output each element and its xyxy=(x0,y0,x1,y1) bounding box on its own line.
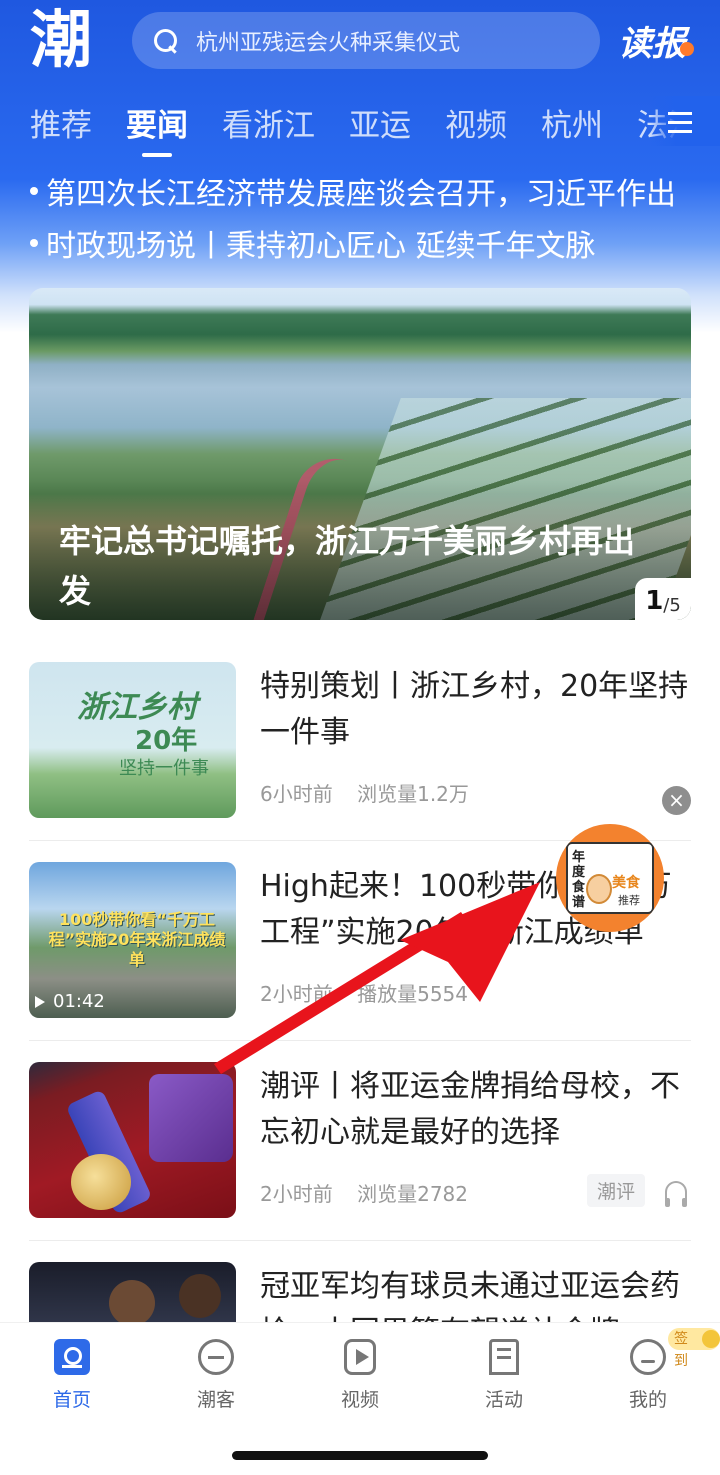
tabbar-label: 我的 xyxy=(628,1389,667,1411)
page-current: 1 xyxy=(645,586,664,616)
coin-icon xyxy=(702,1330,720,1348)
hero-title: 牢记总书记嘱托，浙江万千美丽乡村再出发 xyxy=(59,522,636,610)
dubao-button[interactable]: 读报 xyxy=(618,16,694,64)
news-views: 浏览量2782 xyxy=(357,1182,468,1206)
home-icon xyxy=(54,1339,90,1375)
tab-headlines[interactable]: 要闻 xyxy=(126,100,188,157)
thumb-player-shape xyxy=(179,1274,221,1318)
news-thumbnail: 100秒带你看“千万工程”实施20年来浙江成绩单 01:42 xyxy=(29,862,236,1018)
news-title: 潮评丨将亚运金牌捐给母校，不忘初心就是最好的选择 xyxy=(260,1069,680,1150)
news-time: 6小时前 xyxy=(260,782,333,806)
profile-icon xyxy=(630,1339,666,1375)
news-thumbnail: 浙江乡村 20年 坚持一件事 xyxy=(29,662,236,818)
close-icon[interactable]: × xyxy=(662,786,691,815)
home-indicator[interactable] xyxy=(232,1451,488,1460)
tabbar-label: 潮客 xyxy=(196,1389,235,1411)
tabbar-label: 首页 xyxy=(52,1389,91,1411)
news-meta: 2小时前 浏览量2782 xyxy=(260,1178,486,1207)
page-total: /5 xyxy=(663,595,681,616)
menu-icon[interactable] xyxy=(668,112,692,134)
ad-text: 美食 xyxy=(612,875,640,891)
news-meta: 6小时前 浏览量1.2万 xyxy=(260,778,487,807)
thumb-caption: 100秒带你看“千万工程”实施20年来浙江成绩单 xyxy=(48,910,226,969)
tab-asian-games[interactable]: 亚运 xyxy=(349,100,411,145)
thumb-player-shape xyxy=(109,1280,155,1326)
dubao-label: 读报 xyxy=(618,23,686,64)
dubao-dot-icon xyxy=(680,42,694,56)
thumb-box-shape xyxy=(149,1074,233,1162)
search-bar[interactable]: 杭州亚残运会火种采集仪式 xyxy=(132,12,600,69)
duration-text: 01:42 xyxy=(53,991,105,1012)
play-icon xyxy=(35,995,45,1008)
news-item[interactable]: 浙江乡村 20年 坚持一件事 特别策划丨浙江乡村，20年坚持一件事 6小时前 浏… xyxy=(29,662,691,822)
tabbar-label: 视频 xyxy=(340,1389,379,1411)
thumb-text: 20年 xyxy=(135,726,198,756)
divider xyxy=(29,1040,691,1041)
search-placeholder: 杭州亚残运会火种采集仪式 xyxy=(196,30,461,56)
tab-hangzhou[interactable]: 杭州 xyxy=(541,100,603,145)
ad-text: 推荐 xyxy=(618,894,640,907)
chat-icon xyxy=(198,1339,234,1375)
bullet-icon xyxy=(30,187,38,195)
ticker-text: 第四次长江经济带发展座谈会召开，习近平作出 xyxy=(46,177,676,212)
app-logo[interactable]: 潮 xyxy=(30,4,110,76)
ticker-item[interactable]: 第四次长江经济带发展座谈会召开，习近平作出 xyxy=(30,168,720,214)
news-thumbnail xyxy=(29,1062,236,1218)
news-views: 播放量5554 xyxy=(357,982,468,1006)
news-tag: 潮评 xyxy=(587,1174,646,1207)
hero-carousel[interactable]: 牢记总书记嘱托，浙江万千美丽乡村再出发 1 /5 xyxy=(29,288,691,620)
tabbar-label: 活动 xyxy=(484,1389,523,1411)
bullet-icon xyxy=(30,239,38,247)
ticker-text: 时政现场说丨秉持初心匠心 延续千年文脉 xyxy=(46,229,596,264)
tab-recommend[interactable]: 推荐 xyxy=(30,100,92,145)
thumb-medal-shape xyxy=(71,1154,131,1210)
news-time: 2小时前 xyxy=(260,982,333,1006)
tab-zhejiang[interactable]: 看浙江 xyxy=(222,100,315,145)
video-icon xyxy=(344,1339,376,1375)
news-views: 浏览量1.2万 xyxy=(357,782,469,806)
activity-icon xyxy=(489,1339,519,1375)
tab-video[interactable]: 视频 xyxy=(445,100,507,145)
search-icon xyxy=(152,27,180,55)
video-duration: 01:42 xyxy=(35,991,105,1012)
news-meta: 2小时前 播放量5554 xyxy=(260,978,486,1007)
ad-card: 年度食谱 美食 推荐 xyxy=(566,842,654,914)
news-time: 2小时前 xyxy=(260,1182,333,1206)
tabbar-home[interactable]: 首页 xyxy=(22,1339,122,1412)
tabbar-activity[interactable]: 活动 xyxy=(454,1339,554,1412)
cartoon-face-icon xyxy=(586,874,612,904)
ticker-item[interactable]: 时政现场说丨秉持初心匠心 延续千年文脉 xyxy=(30,220,720,266)
news-item[interactable]: 潮评丨将亚运金牌捐给母校，不忘初心就是最好的选择 2小时前 浏览量2782 潮评 xyxy=(29,1062,691,1222)
headphone-icon[interactable] xyxy=(665,1180,688,1207)
thumb-text: 坚持一件事 xyxy=(119,758,209,779)
news-extras: 潮评 xyxy=(587,1174,688,1207)
carousel-page-indicator: 1 /5 xyxy=(635,578,691,620)
floating-ad[interactable]: 年度食谱 美食 推荐 xyxy=(556,824,664,932)
tabbar-chaoke[interactable]: 潮客 xyxy=(166,1339,266,1412)
news-title: 特别策划丨浙江乡村，20年坚持一件事 xyxy=(260,669,689,750)
tabbar-video[interactable]: 视频 xyxy=(310,1339,410,1412)
channel-tabs: 推荐 要闻 看浙江 亚运 视频 杭州 法治 xyxy=(30,100,720,160)
divider xyxy=(29,1240,691,1241)
